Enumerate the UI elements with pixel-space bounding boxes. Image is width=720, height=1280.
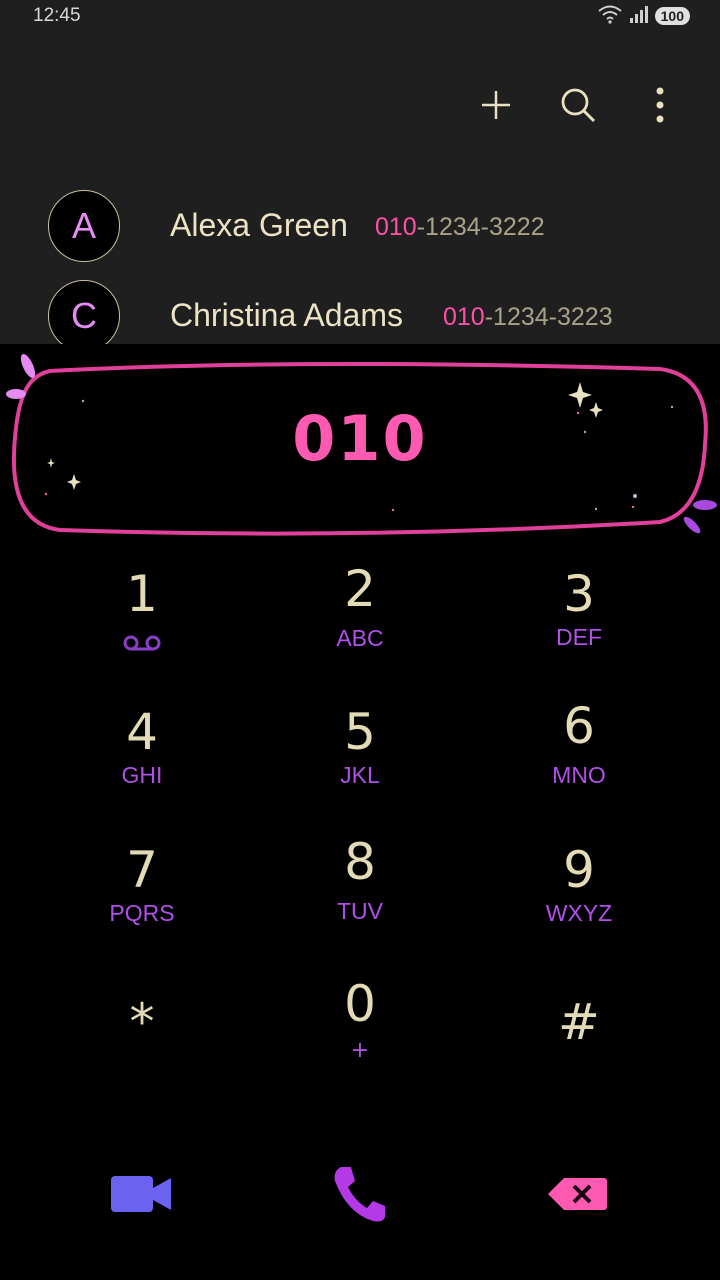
key-3[interactable]: 3 DEF xyxy=(479,564,679,694)
add-icon xyxy=(482,91,510,119)
key-digit: * xyxy=(129,993,155,1051)
contacts-suggestion-area: 12:45 100 A Alexa Green 010-1234-3222 C … xyxy=(0,0,720,344)
more-vert-icon xyxy=(656,87,664,123)
key-2[interactable]: 2 ABC xyxy=(260,559,460,689)
dialer-area: 010 1 2 ABC 3 DEF 4 GHI 5 JKL 6 MNO 7 PQ… xyxy=(0,344,720,1280)
key-digit: # xyxy=(558,993,600,1051)
contact-name: Alexa Green xyxy=(170,207,348,243)
video-call-icon xyxy=(111,1176,171,1212)
key-digit: 7 xyxy=(126,841,158,899)
key-6[interactable]: 6 MNO xyxy=(479,696,679,826)
backspace-icon xyxy=(548,1178,607,1210)
backspace-button[interactable] xyxy=(533,1154,623,1234)
status-bar: 12:45 100 xyxy=(0,0,720,34)
voicemail-icon xyxy=(122,634,162,656)
more-options-button[interactable] xyxy=(640,81,680,129)
battery-indicator: 100 xyxy=(654,7,690,25)
toolbar xyxy=(476,80,680,130)
contact-suggestion-row[interactable]: A Alexa Green 010-1234-3222 xyxy=(0,181,720,271)
key-letters: ABC xyxy=(336,625,384,651)
contact-suggestion-row[interactable]: C Christina Adams 010-1234-3223 xyxy=(0,271,720,344)
key-digit: 3 xyxy=(563,565,595,623)
contact-name: Christina Adams xyxy=(170,297,403,333)
key-digit: 1 xyxy=(126,565,158,623)
key-star[interactable]: * xyxy=(42,992,242,1122)
key-letters: JKL xyxy=(340,762,380,788)
key-letters: DEF xyxy=(556,624,602,650)
number-rest: -1234-3222 xyxy=(416,213,545,241)
add-contact-button[interactable] xyxy=(476,81,516,129)
avatar: C xyxy=(48,280,120,344)
key-digit: 6 xyxy=(563,697,595,755)
key-digit: 5 xyxy=(344,703,376,761)
phone-icon xyxy=(334,1167,385,1222)
key-digit: 0 xyxy=(344,975,376,1033)
key-0[interactable]: 0 + xyxy=(260,974,460,1104)
key-plus: + xyxy=(350,1038,370,1063)
key-letters: TUV xyxy=(337,898,383,924)
search-icon xyxy=(561,88,596,123)
key-digit: 8 xyxy=(344,833,376,891)
contact-number: 010-1234-3222 xyxy=(375,213,545,242)
video-call-button[interactable] xyxy=(97,1154,187,1234)
key-letters: PQRS xyxy=(109,900,175,926)
key-8[interactable]: 8 TUV xyxy=(260,832,460,962)
key-hash[interactable]: # xyxy=(479,992,679,1122)
number-match: 010 xyxy=(443,303,485,331)
key-digit: 2 xyxy=(344,560,376,618)
key-4[interactable]: 4 GHI xyxy=(42,702,242,832)
key-5[interactable]: 5 JKL xyxy=(260,702,460,832)
key-9[interactable]: 9 WXYZ xyxy=(479,840,679,970)
key-letters: MNO xyxy=(552,762,606,788)
signal-icon xyxy=(629,4,649,28)
contact-number: 010-1234-3223 xyxy=(443,303,613,332)
key-digit: 4 xyxy=(126,703,158,761)
key-letters: GHI xyxy=(121,762,163,788)
number-rest: -1234-3223 xyxy=(484,303,613,331)
status-time: 12:45 xyxy=(33,5,81,26)
key-7[interactable]: 7 PQRS xyxy=(42,840,242,970)
key-1[interactable]: 1 xyxy=(42,564,242,694)
search-button[interactable] xyxy=(558,81,598,129)
avatar: A xyxy=(48,190,120,262)
dial-number-display[interactable]: 010 xyxy=(0,402,720,475)
key-letters: WXYZ xyxy=(545,900,613,926)
number-match: 010 xyxy=(375,213,417,241)
call-button[interactable] xyxy=(315,1154,405,1234)
wifi-icon xyxy=(597,4,623,28)
key-digit: 9 xyxy=(563,841,595,899)
status-icons: 100 xyxy=(597,5,690,27)
